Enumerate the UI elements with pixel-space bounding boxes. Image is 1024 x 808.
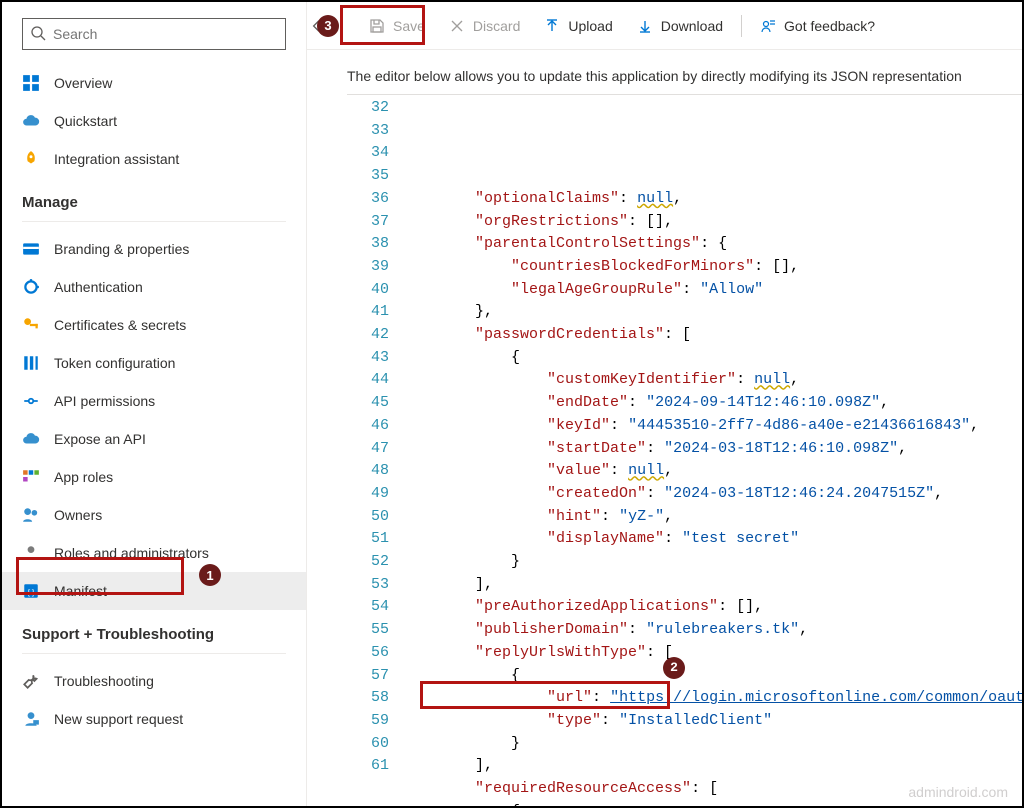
cloud-icon	[22, 112, 40, 130]
nav-label: Roles and administrators	[54, 545, 209, 561]
main: 3 Save Discard Upload Download Got feedb…	[307, 2, 1022, 806]
nav-label: Token configuration	[54, 355, 175, 371]
nav-label: Branding & properties	[54, 241, 189, 257]
sidebar: OverviewQuickstartIntegration assistant …	[2, 2, 307, 806]
nav-label: Troubleshooting	[54, 673, 154, 689]
discard-button[interactable]: Discard	[437, 8, 532, 44]
nav-item-branding-properties[interactable]: Branding & properties	[2, 230, 306, 268]
collapse-sidebar-button[interactable]	[307, 19, 329, 33]
nav-item-roles-and-administrators[interactable]: Roles and administrators	[2, 534, 306, 572]
download-icon	[637, 18, 653, 34]
feedback-button[interactable]: Got feedback?	[748, 8, 887, 44]
search-input[interactable]	[22, 18, 286, 50]
search-wrap	[2, 10, 306, 60]
nav-label: App roles	[54, 469, 113, 485]
expose-icon	[22, 430, 40, 448]
nav-label: Expose an API	[54, 431, 146, 447]
code-area[interactable]: 2 "optionalClaims": null, "orgRestrictio…	[403, 95, 1022, 806]
owners-icon	[22, 506, 40, 524]
upload-label: Upload	[568, 18, 612, 34]
manage-header: Manage	[2, 184, 306, 219]
nav-item-overview[interactable]: Overview	[2, 64, 306, 102]
watermark: admindroid.com	[908, 784, 1008, 800]
nav-item-expose-an-api[interactable]: Expose an API	[2, 420, 306, 458]
save-button[interactable]: Save	[357, 8, 437, 44]
key-icon	[22, 316, 40, 334]
nav-item-integration-assistant[interactable]: Integration assistant	[2, 140, 306, 178]
nav-item-token-configuration[interactable]: Token configuration	[2, 344, 306, 382]
nav-item-api-permissions[interactable]: API permissions	[2, 382, 306, 420]
download-label: Download	[661, 18, 723, 34]
divider	[22, 221, 286, 222]
description-text: The editor below allows you to update th…	[307, 50, 1022, 94]
nav-item-quickstart[interactable]: Quickstart	[2, 102, 306, 140]
save-label: Save	[393, 18, 425, 34]
feedback-label: Got feedback?	[784, 18, 875, 34]
divider	[22, 653, 286, 654]
nav-item-troubleshooting[interactable]: Troubleshooting	[2, 662, 306, 700]
line-gutter: 3233343536373839404142434445464748495051…	[347, 95, 403, 806]
card-icon	[22, 240, 40, 258]
discard-label: Discard	[473, 18, 520, 34]
admin-icon	[22, 544, 40, 562]
token-icon	[22, 354, 40, 372]
svg-text:{}: {}	[27, 588, 36, 598]
nav-item-authentication[interactable]: Authentication	[2, 268, 306, 306]
support-icon	[22, 710, 40, 728]
nav-label: Owners	[54, 507, 102, 523]
roles-icon	[22, 468, 40, 486]
nav-label: Authentication	[54, 279, 143, 295]
nav-label: New support request	[54, 711, 183, 727]
download-button[interactable]: Download	[625, 8, 735, 44]
grid-icon	[22, 74, 40, 92]
nav-item-manifest[interactable]: {} Manifest	[2, 572, 306, 610]
auth-icon	[22, 278, 40, 296]
upload-icon	[544, 18, 560, 34]
separator	[741, 15, 742, 37]
nav-item-app-roles[interactable]: App roles	[2, 458, 306, 496]
nav-label: API permissions	[54, 393, 155, 409]
search-icon	[30, 25, 46, 41]
nav-label: Manifest	[54, 583, 107, 599]
wrench-icon	[22, 672, 40, 690]
nav-item-new-support-request[interactable]: New support request	[2, 700, 306, 738]
feedback-icon	[760, 18, 776, 34]
nav-label: Integration assistant	[54, 151, 179, 167]
discard-icon	[449, 18, 465, 34]
nav-label: Overview	[54, 75, 112, 91]
nav-label: Quickstart	[54, 113, 117, 129]
toolbar: 3 Save Discard Upload Download Got feedb…	[307, 2, 1022, 50]
api-icon	[22, 392, 40, 410]
support-header: Support + Troubleshooting	[2, 616, 306, 651]
upload-button[interactable]: Upload	[532, 8, 624, 44]
save-icon	[369, 18, 385, 34]
json-editor[interactable]: 3233343536373839404142434445464748495051…	[347, 94, 1022, 806]
nav-label: Certificates & secrets	[54, 317, 186, 333]
rocket-icon	[22, 150, 40, 168]
nav-item-certificates-secrets[interactable]: Certificates & secrets	[2, 306, 306, 344]
manifest-icon: {}	[22, 582, 40, 600]
nav-item-owners[interactable]: Owners	[2, 496, 306, 534]
